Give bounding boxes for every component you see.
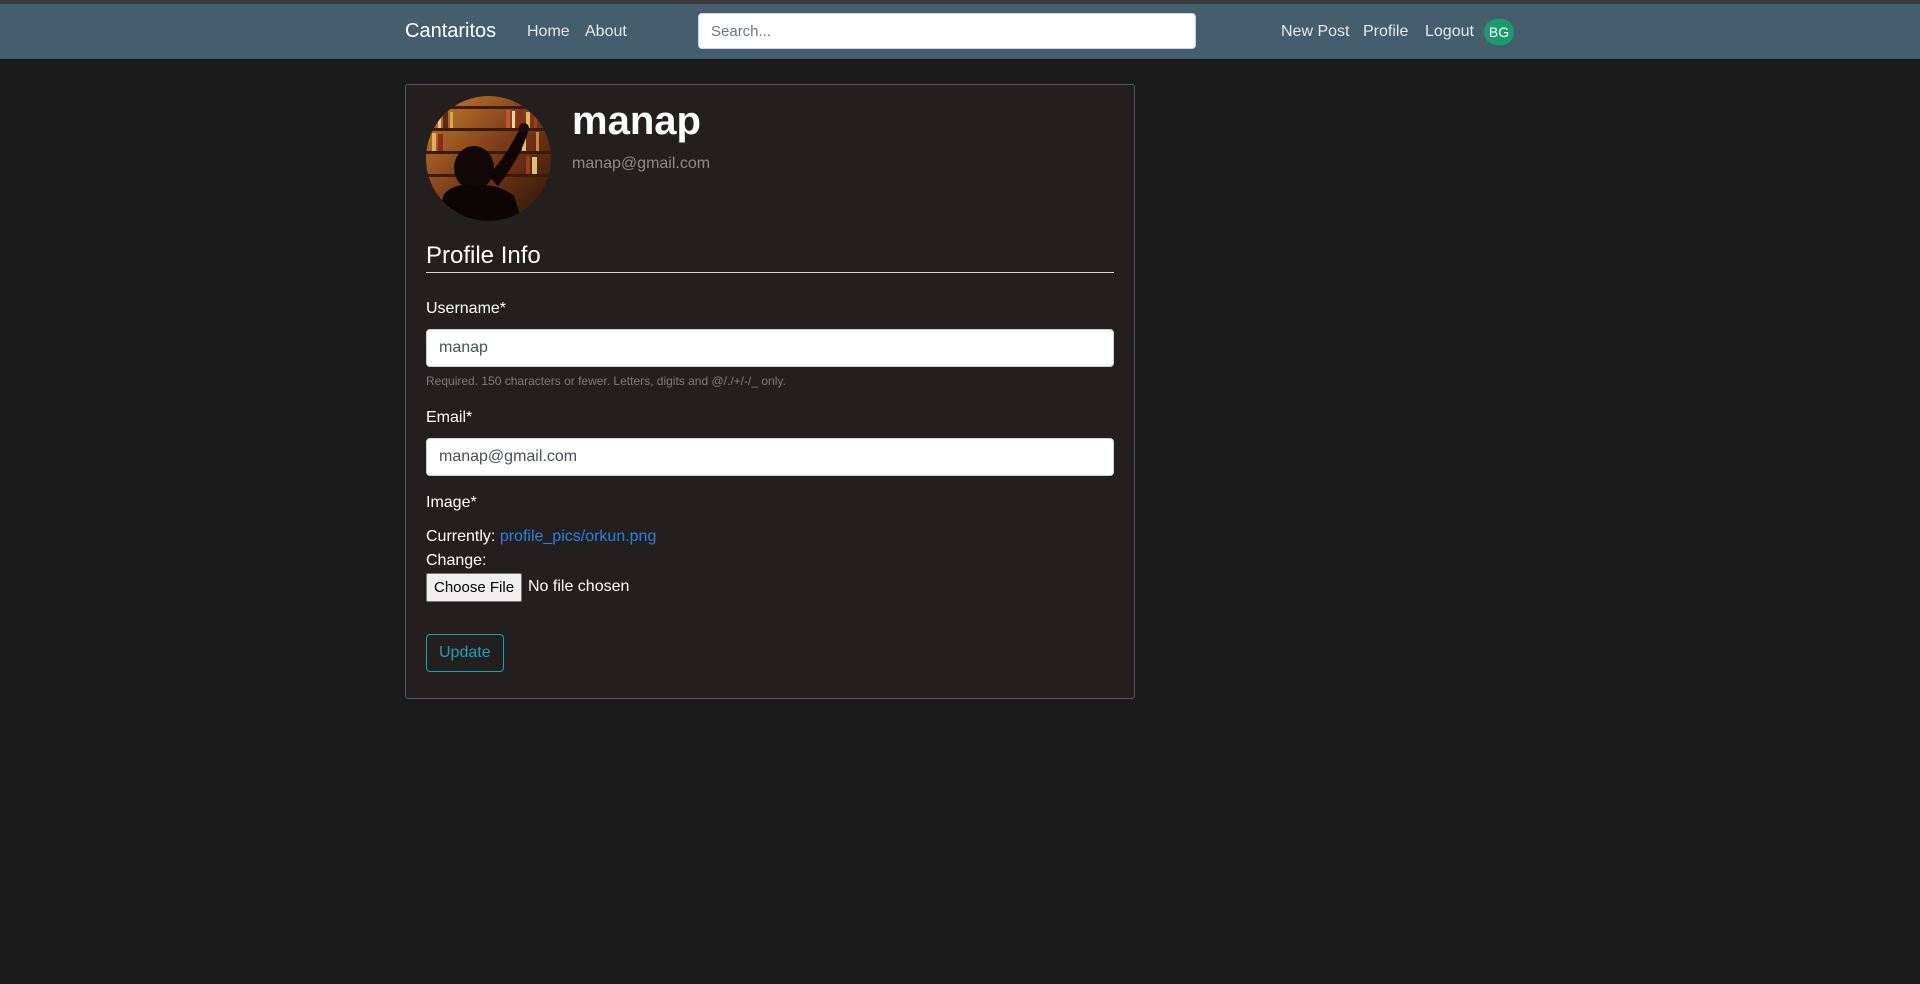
navbar: Cantaritos Home About New Post Profile L… (0, 4, 1920, 59)
profile-email-text: manap@gmail.com (572, 155, 711, 172)
email-label: Email* (426, 409, 473, 426)
email-field[interactable] (426, 438, 1114, 476)
nav-about-link[interactable]: About (585, 23, 627, 41)
profile-username-heading: manap (572, 99, 701, 143)
nav-logout-link[interactable]: Logout (1425, 23, 1474, 41)
nav-home-link[interactable]: Home (527, 23, 570, 41)
file-status-text: No file chosen (528, 578, 630, 595)
user-avatar-badge[interactable]: BG (1484, 19, 1514, 45)
username-label: Username* (426, 300, 507, 317)
username-field[interactable] (426, 329, 1114, 367)
currently-label: Currently: (426, 528, 496, 545)
change-label: Change: (426, 552, 487, 569)
current-image-row: Currently: profile_pics/orkun.png (426, 528, 656, 546)
nav-new-post-link[interactable]: New Post (1281, 23, 1349, 41)
search-input[interactable] (698, 13, 1196, 49)
current-image-link[interactable]: profile_pics/orkun.png (500, 528, 657, 545)
update-button[interactable]: Update (426, 634, 504, 672)
profile-card: manap manap@gmail.com Profile Info Usern… (405, 84, 1135, 699)
profile-photo-image (426, 96, 551, 221)
choose-file-button[interactable]: Choose File (426, 573, 523, 602)
profile-info-heading: Profile Info (426, 242, 541, 269)
brand-link[interactable]: Cantaritos (405, 20, 496, 43)
section-divider (426, 272, 1114, 273)
username-help-text: Required. 150 characters or fewer. Lette… (426, 374, 786, 388)
profile-picture (426, 96, 551, 221)
nav-profile-link[interactable]: Profile (1363, 23, 1408, 41)
image-label: Image* (426, 494, 477, 511)
navbar-inner: Cantaritos Home About New Post Profile L… (405, 4, 1515, 59)
